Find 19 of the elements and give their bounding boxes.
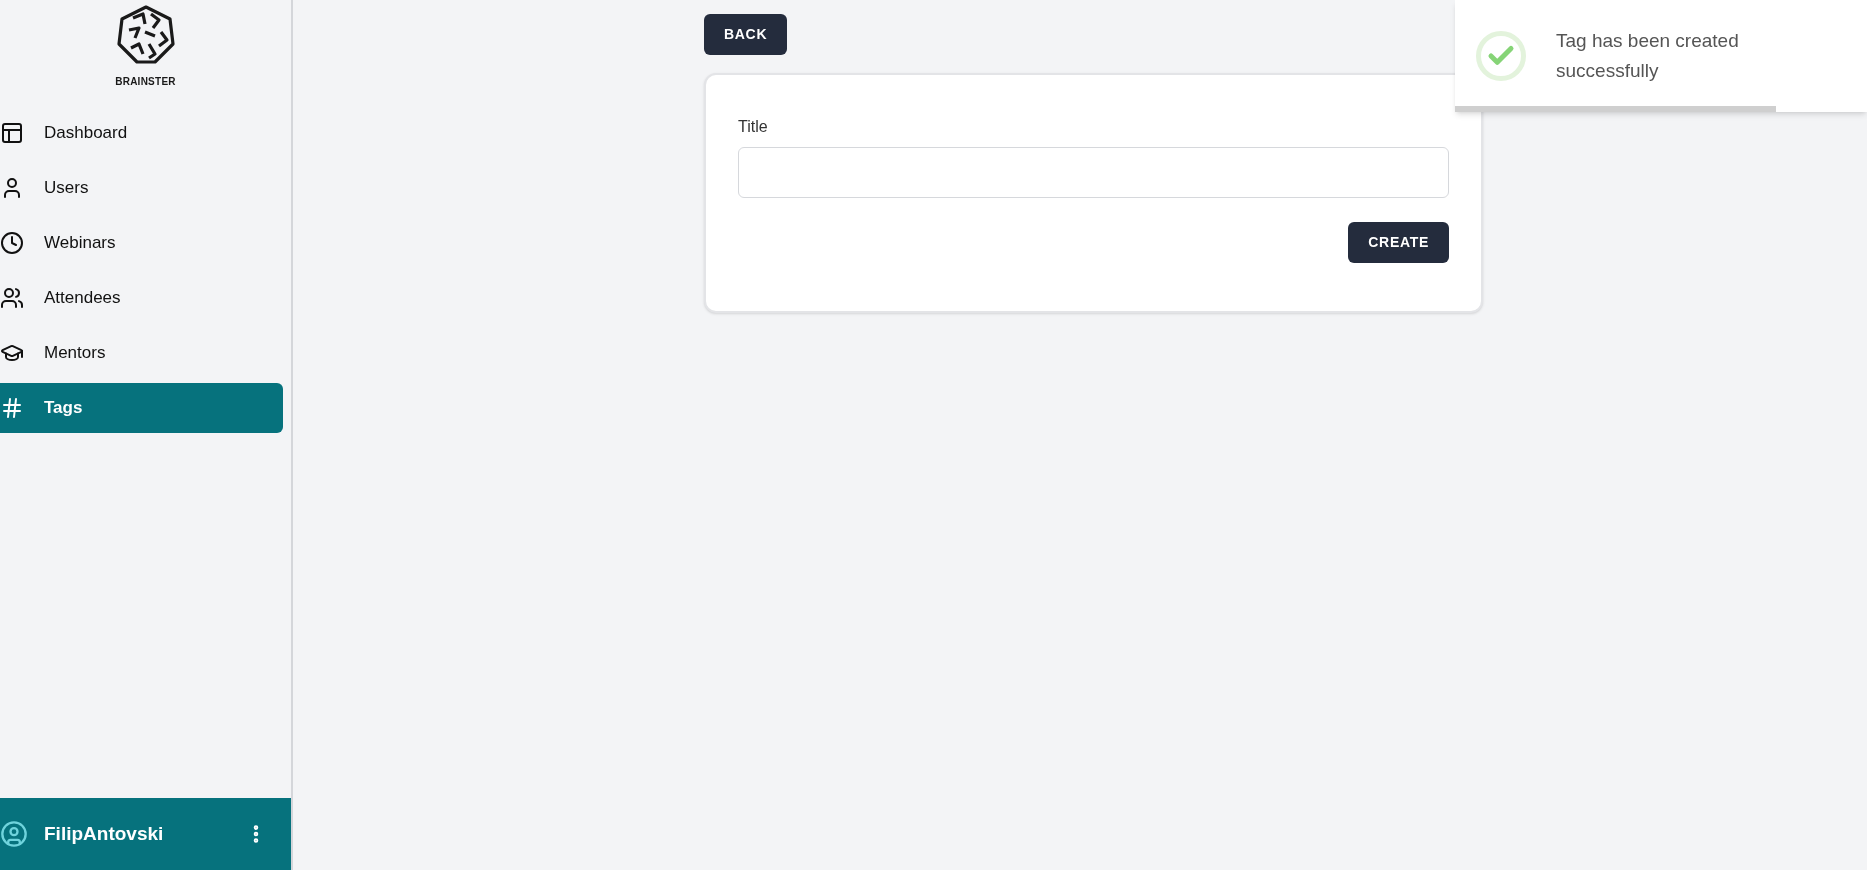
sidebar-item[interactable]: Webinars	[0, 217, 283, 268]
back-button[interactable]: BACK	[704, 14, 788, 55]
sidebar-item[interactable]: Tags	[0, 382, 283, 433]
create-button[interactable]: CREATE	[1348, 222, 1449, 263]
toast-message: Tag has been created successfully	[1556, 29, 1740, 83]
hash-icon	[0, 395, 24, 420]
brain-logo-icon	[114, 4, 177, 66]
clock-icon	[0, 230, 24, 255]
sidebar-item[interactable]: Users	[0, 162, 283, 213]
logo-text: BRAINSTER	[115, 75, 176, 89]
dashboard-icon	[0, 120, 24, 145]
sidebar-item[interactable]: Mentors	[0, 327, 283, 378]
user-avatar-icon	[0, 820, 28, 848]
field-label: Title	[738, 117, 769, 137]
people-icon	[0, 285, 24, 310]
sidebar-item[interactable]: Dashboard	[0, 107, 283, 158]
user-name: FilipAntovski	[44, 821, 164, 846]
sidebar-item[interactable]: Attendees	[0, 272, 283, 323]
title-input[interactable]	[738, 147, 1449, 198]
